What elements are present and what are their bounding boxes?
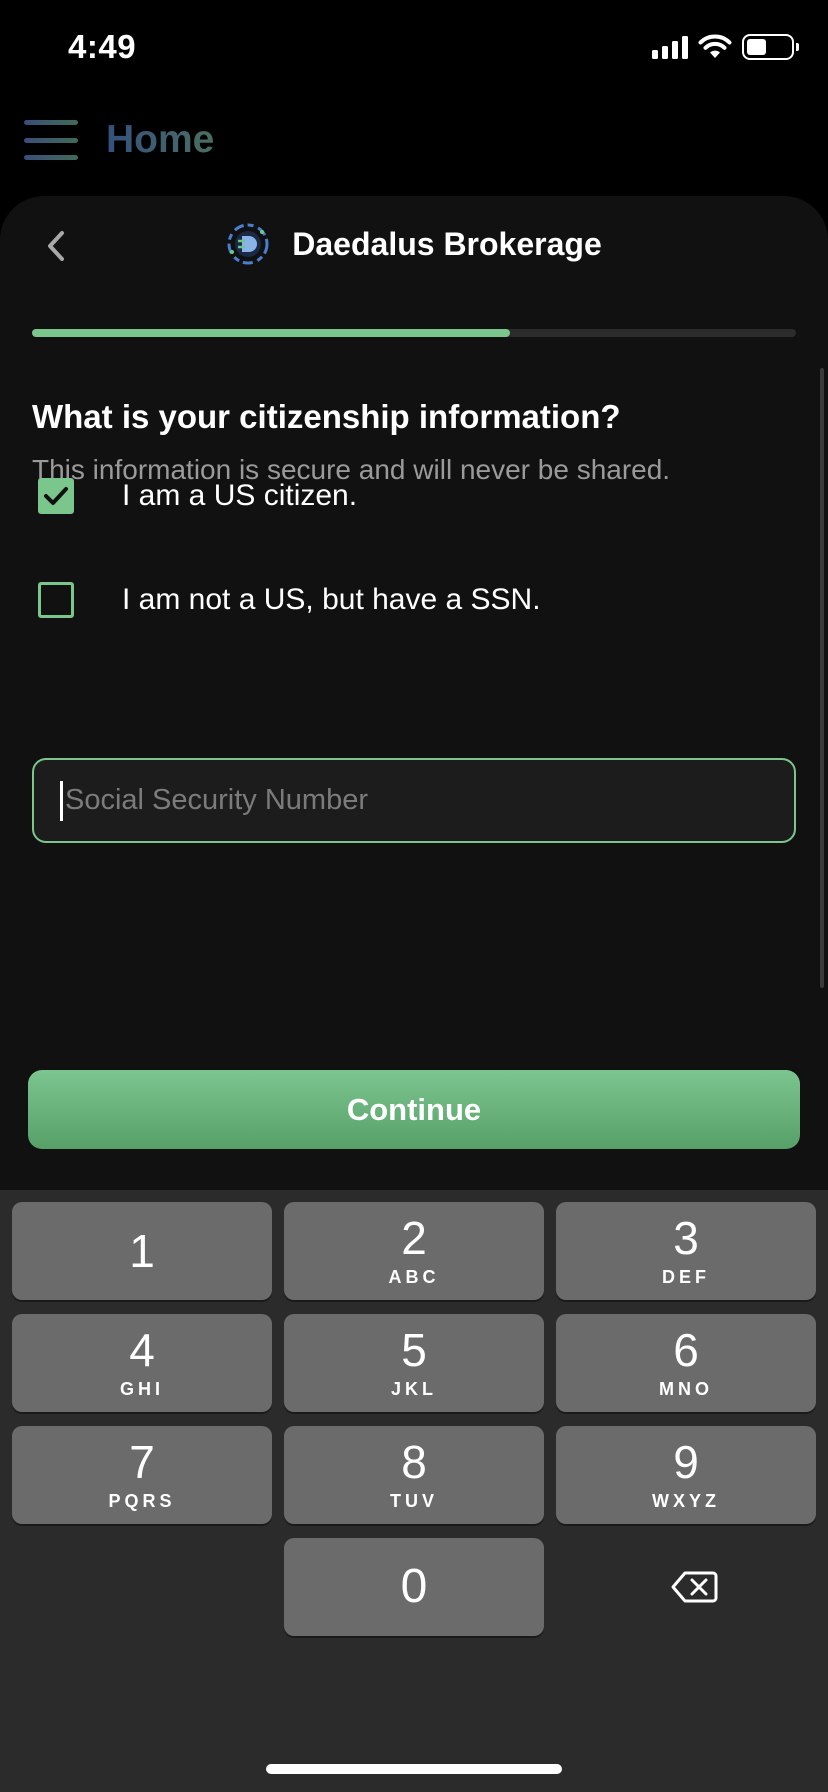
- hamburger-menu-icon[interactable]: [24, 120, 78, 160]
- non-us-ssn-checkbox[interactable]: [38, 582, 74, 618]
- key-6[interactable]: 6 MNO: [556, 1314, 816, 1412]
- ssn-input[interactable]: [65, 784, 745, 817]
- question-heading: What is your citizenship information?: [32, 398, 621, 435]
- key-number: 4: [129, 1323, 155, 1376]
- key-letters: DEF: [662, 1266, 710, 1287]
- brand-header: Daedalus Brokerage: [0, 222, 828, 266]
- key-7[interactable]: 7 PQRS: [12, 1426, 272, 1524]
- key-number: 2: [401, 1211, 427, 1264]
- key-9[interactable]: 9 WXYZ: [556, 1426, 816, 1524]
- key-number: 3: [673, 1211, 699, 1264]
- key-letters: PQRS: [108, 1490, 176, 1511]
- key-letters: TUV: [390, 1490, 438, 1511]
- backspace-icon: [671, 1571, 718, 1603]
- key-number: 6: [673, 1323, 699, 1376]
- key-number: 0: [400, 1560, 428, 1613]
- key-3[interactable]: 3 DEF: [556, 1202, 816, 1300]
- option-us-citizen[interactable]: I am a US citizen.: [38, 478, 357, 514]
- app-header: Home: [0, 100, 828, 200]
- scroll-indicator[interactable]: [820, 368, 824, 988]
- brand-name: Daedalus Brokerage: [292, 225, 602, 262]
- key-letters: MNO: [659, 1378, 713, 1399]
- us-citizen-checkbox[interactable]: [38, 478, 74, 514]
- status-time: 4:49: [68, 28, 137, 65]
- option-label: I am not a US, but have a SSN.: [122, 583, 541, 616]
- key-letters: GHI: [119, 1378, 164, 1399]
- daedalus-logo-icon: [227, 223, 269, 265]
- checkmark-icon: [44, 487, 68, 505]
- status-bar: 4:49: [0, 0, 828, 100]
- key-number: 8: [401, 1435, 427, 1488]
- key-1[interactable]: 1: [12, 1202, 272, 1300]
- progress-bar: [32, 329, 796, 337]
- numeric-keyboard: 1 2 ABC 3 DEF 4 GHI 5 JKL 6 MNO 7 PQRS 8…: [0, 1190, 828, 1792]
- ssn-field[interactable]: [32, 758, 796, 843]
- key-number: 7: [129, 1435, 155, 1488]
- key-5[interactable]: 5 JKL: [284, 1314, 544, 1412]
- key-number: 9: [673, 1435, 699, 1488]
- status-icons: [652, 34, 799, 60]
- option-non-us-ssn[interactable]: I am not a US, but have a SSN.: [38, 582, 541, 618]
- wifi-icon: [698, 34, 732, 58]
- page-title: Home: [106, 118, 215, 161]
- battery-icon: [742, 34, 799, 60]
- key-2[interactable]: 2 ABC: [284, 1202, 544, 1300]
- key-4[interactable]: 4 GHI: [12, 1314, 272, 1412]
- key-letters: ABC: [388, 1266, 440, 1287]
- text-caret: [60, 780, 63, 821]
- key-number: 5: [401, 1323, 427, 1376]
- home-indicator: [266, 1764, 562, 1774]
- key-letters: JKL: [390, 1378, 437, 1399]
- key-0[interactable]: 0: [284, 1538, 544, 1636]
- delete-key[interactable]: [614, 1538, 774, 1636]
- battery-level: [747, 39, 766, 55]
- continue-button[interactable]: Continue: [28, 1070, 800, 1149]
- option-label: I am a US citizen.: [122, 479, 358, 512]
- key-8[interactable]: 8 TUV: [284, 1426, 544, 1524]
- key-number: 1: [129, 1225, 155, 1277]
- cellular-signal-icon: [652, 35, 688, 59]
- key-letters: WXYZ: [652, 1490, 720, 1511]
- progress-fill: [32, 329, 510, 337]
